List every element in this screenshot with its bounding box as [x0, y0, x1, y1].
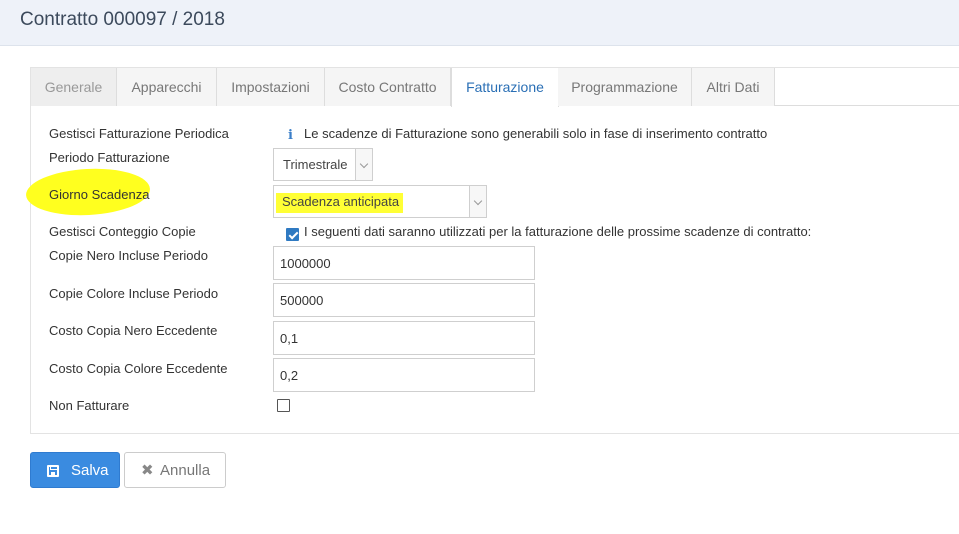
tab-programmazione[interactable]: Programmazione	[558, 68, 692, 106]
costo-colore-value: 0,2	[280, 368, 299, 383]
label-copie-nero: Copie Nero Incluse Periodo	[49, 248, 208, 263]
giorno-scadenza-value-overlay: Scadenza anticipata	[282, 194, 400, 209]
copie-nero-input[interactable]: 1000000	[273, 246, 535, 280]
costo-colore-input[interactable]: 0,2	[273, 358, 535, 392]
tab-costo-contratto[interactable]: Costo Contratto	[325, 68, 451, 106]
copie-colore-value: 500000	[280, 293, 324, 308]
gestisci-conteggio-checkbox[interactable]	[286, 228, 299, 241]
page-header: Contratto 000097 / 2018	[0, 0, 959, 46]
costo-nero-input[interactable]: 0,1	[273, 321, 535, 355]
copie-nero-value: 1000000	[280, 256, 331, 271]
info-text-fatturazione: Le scadenze di Fatturazione sono generab…	[304, 126, 768, 141]
chevron-down-icon	[355, 149, 372, 180]
label-gestisci-fatturazione: Gestisci Fatturazione Periodica	[49, 126, 229, 141]
tab-impostazioni[interactable]: Impostazioni	[217, 68, 325, 106]
tab-generale[interactable]: Generale	[31, 68, 117, 106]
tab-apparecchi[interactable]: Apparecchi	[117, 68, 217, 106]
label-periodo-fatturazione: Periodo Fatturazione	[49, 150, 170, 165]
copie-colore-input[interactable]: 500000	[273, 283, 535, 317]
page-title: Contratto 000097 / 2018	[20, 9, 225, 30]
label-copie-colore: Copie Colore Incluse Periodo	[49, 286, 219, 301]
costo-nero-value: 0,1	[280, 331, 299, 346]
floppy-disk-icon	[47, 465, 59, 477]
cancel-button-label: Annulla	[160, 462, 211, 479]
non-fatturare-checkbox[interactable]	[277, 399, 290, 412]
label-costo-nero: Costo Copia Nero Eccedente	[49, 323, 218, 338]
conteggio-copie-text: I seguenti dati saranno utilizzati per l…	[304, 224, 812, 239]
label-non-fatturare: Non Fatturare	[49, 398, 130, 413]
chevron-down-icon	[469, 186, 486, 217]
tab-fatturazione[interactable]: Fatturazione	[451, 68, 559, 107]
tab-altri-dati[interactable]: Altri Dati	[692, 68, 775, 106]
periodo-fatturazione-value: Trimestrale	[283, 157, 348, 172]
save-button[interactable]: Salva	[30, 452, 120, 488]
tab-bar: Generale Apparecchi Impostazioni Costo C…	[31, 68, 959, 107]
label-gestisci-conteggio: Gestisci Conteggio Copie	[49, 224, 196, 239]
close-icon: ✖	[141, 462, 154, 479]
label-costo-colore: Costo Copia Colore Eccedente	[49, 361, 228, 376]
save-button-label: Salva	[71, 462, 109, 479]
label-giorno-scadenza: Giorno Scadenza	[49, 187, 150, 202]
cancel-button[interactable]: ✖ Annulla	[124, 452, 226, 488]
info-icon: i	[288, 128, 293, 143]
periodo-fatturazione-select[interactable]: Trimestrale	[273, 148, 373, 181]
